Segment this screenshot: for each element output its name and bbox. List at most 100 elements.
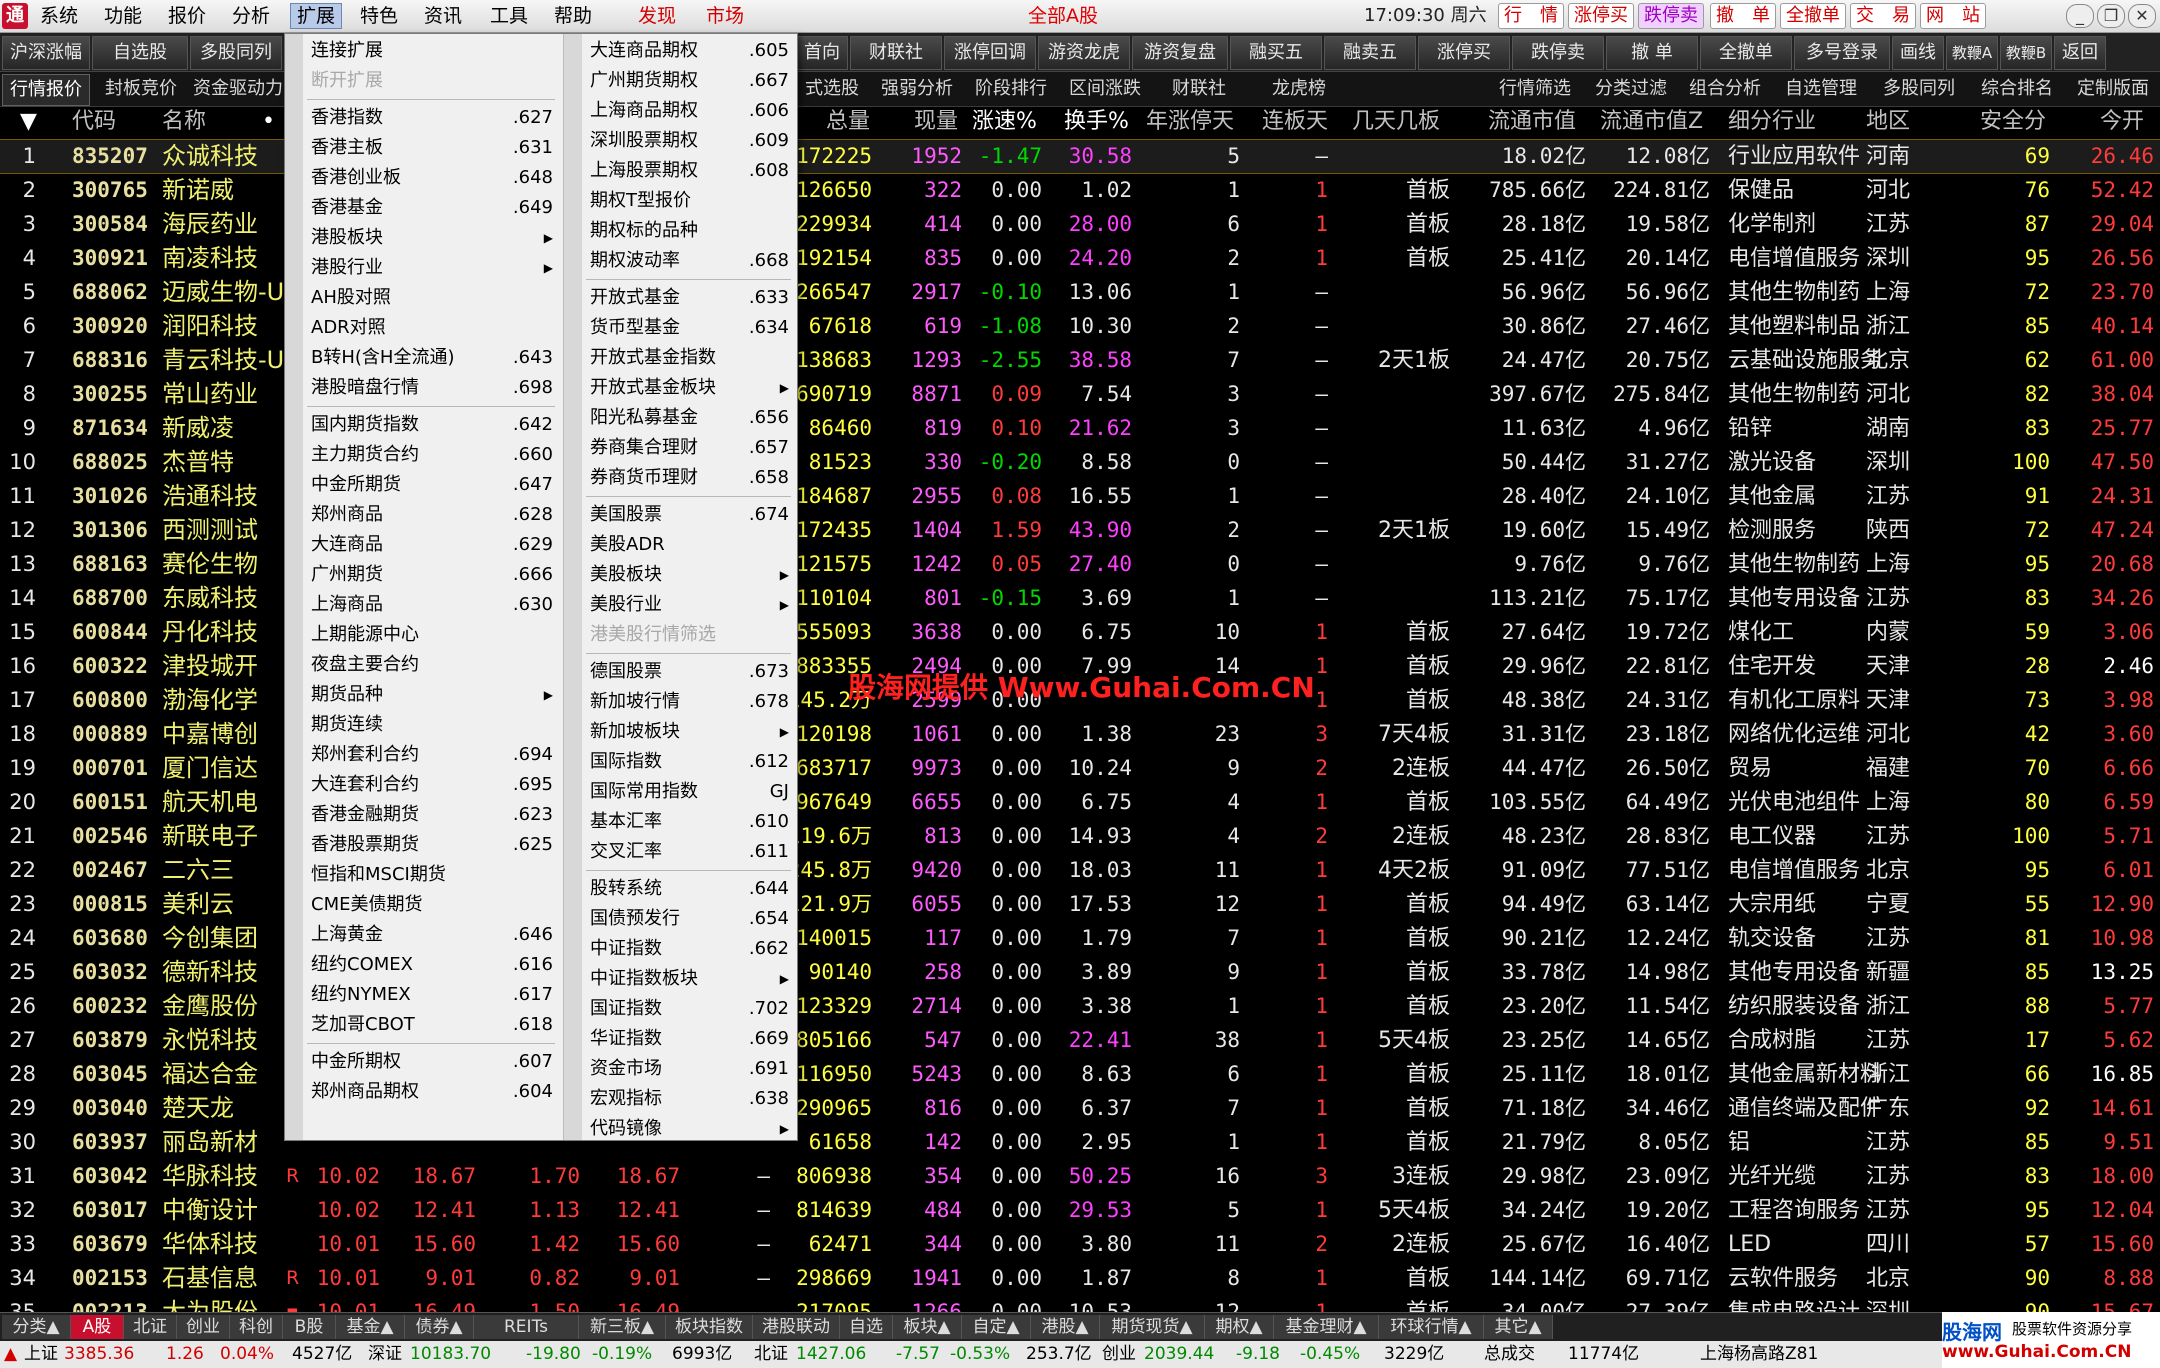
col-consecutive-days[interactable]: 连板天: [1262, 107, 1328, 137]
dropdown-item[interactable]: 期权标的品种: [582, 216, 797, 246]
dropdown-item[interactable]: 大连套利合约 .695: [303, 770, 561, 800]
minimize-icon[interactable]: _: [2066, 4, 2094, 28]
menu-discover[interactable]: 发现: [632, 4, 682, 28]
col-region[interactable]: 地区: [1866, 107, 1910, 137]
dropdown-item[interactable]: 纽约COMEX .616: [303, 950, 561, 980]
dropdown-item[interactable]: 国际常用指数 GJ: [582, 777, 797, 807]
dropdown-item[interactable]: 中证指数 .662: [582, 934, 797, 964]
dropdown-item[interactable]: ADR对照: [303, 313, 561, 343]
bottom-tab[interactable]: 自选: [840, 1315, 893, 1339]
bottom-tab[interactable]: 分类▲: [2, 1315, 71, 1339]
menu-quote[interactable]: 报价: [162, 4, 212, 28]
dropdown-item[interactable]: 香港主板 .631: [303, 133, 561, 163]
bottom-tab[interactable]: 北证: [124, 1315, 177, 1339]
tab-capital-drive[interactable]: 资金驱动力: [190, 74, 286, 104]
dropdown-item[interactable]: 期货品种 ▶: [303, 680, 561, 710]
table-row[interactable]: 33 603679 华体科技 10.01 15.60 1.42 15.60—62471 344…: [0, 1228, 2160, 1261]
menu-function[interactable]: 功能: [98, 4, 148, 28]
col-name[interactable]: 名称: [162, 107, 206, 137]
bottom-tab[interactable]: 板块指数: [666, 1315, 753, 1339]
bottom-tab[interactable]: 新三板▲: [579, 1315, 666, 1339]
dropdown-item[interactable]: 大连商品期权 .605: [582, 36, 797, 66]
menu-system[interactable]: 系统: [34, 4, 84, 28]
dropdown-item[interactable]: 新加坡行情 .678: [582, 687, 797, 717]
menu-tools[interactable]: 工具: [484, 4, 534, 28]
tab-seal-auction[interactable]: 封板竞价: [94, 74, 188, 104]
toolbar-multi-login[interactable]: 多号登录: [1794, 36, 1890, 70]
table-row[interactable]: 31 603042 华脉科技 R 10.02 18.67 1.70 18.67—806938 3…: [0, 1160, 2160, 1193]
toolbar-watchlist[interactable]: 自选股: [92, 36, 188, 70]
toolbar-cls[interactable]: 财联社: [850, 36, 942, 70]
sz-index-label[interactable]: 深证: [368, 1341, 402, 1368]
dropdown-item[interactable]: 阳光私募基金 .656: [582, 403, 797, 433]
dropdown-item[interactable]: 券商集合理财 .657: [582, 433, 797, 463]
tab-stock-picker[interactable]: 式选股: [796, 74, 868, 104]
bottom-tab[interactable]: 板块▲: [893, 1315, 962, 1339]
col-sub-industry[interactable]: 细分行业: [1728, 107, 1816, 137]
dropdown-item[interactable]: 中金所期货 .647: [303, 470, 561, 500]
dropdown-item[interactable]: 中证指数板块 ▶: [582, 964, 797, 994]
dropdown-item[interactable]: 股转系统 .644: [582, 874, 797, 904]
toolbar-hot-money-dragon[interactable]: 游资龙虎: [1038, 36, 1130, 70]
col-code[interactable]: 代码: [72, 107, 116, 137]
dropdown-item[interactable]: 美国股票 .674: [582, 500, 797, 530]
toolbar-hot-money-review[interactable]: 游资复盘: [1132, 36, 1228, 70]
dropdown-item[interactable]: AH股对照: [303, 283, 561, 313]
sh-index-label[interactable]: 上证: [24, 1341, 58, 1368]
menu-extension[interactable]: 扩展: [290, 3, 343, 29]
dropdown-item[interactable]: 国债预发行 .654: [582, 904, 797, 934]
bottom-tab[interactable]: 基金▲: [336, 1315, 405, 1339]
menu-help[interactable]: 帮助: [548, 4, 598, 28]
dropdown-item[interactable]: 国际指数 .612: [582, 747, 797, 777]
dropdown-item[interactable]: 券商货币理财 .658: [582, 463, 797, 493]
dropdown-item[interactable]: 连接扩展: [303, 36, 561, 66]
tab-portfolio-analysis[interactable]: 组合分析: [1680, 74, 1770, 104]
col-open[interactable]: 今开: [2100, 107, 2144, 137]
toolbar-pointer-b[interactable]: 教鞭B: [2000, 36, 2052, 70]
bottom-tab[interactable]: 期权▲: [1205, 1315, 1274, 1339]
tab-custom-layout[interactable]: 定制版面: [2068, 74, 2158, 104]
close-icon[interactable]: ✕: [2128, 4, 2156, 28]
dropdown-item[interactable]: 上海股票期权 .608: [582, 156, 797, 186]
dropdown-item[interactable]: 美股板块 ▶: [582, 560, 797, 590]
quick-cancel-button[interactable]: 撤 单: [1710, 3, 1776, 29]
menu-features[interactable]: 特色: [354, 4, 404, 28]
col-current-volume[interactable]: 现量: [914, 107, 958, 137]
bz-index-label[interactable]: 北证: [754, 1341, 788, 1368]
dropdown-item[interactable]: 资金市场 .691: [582, 1054, 797, 1084]
dropdown-item[interactable]: 上海商品 .630: [303, 590, 561, 620]
dropdown-item[interactable]: 交叉汇率 .611: [582, 837, 797, 867]
col-year-limit-days[interactable]: 年涨停天: [1146, 107, 1234, 137]
bottom-tab[interactable]: 环球行情▲: [1379, 1315, 1484, 1339]
server-name[interactable]: 上海杨高路Z81: [1700, 1341, 1818, 1368]
quick-trade-button[interactable]: 交 易: [1850, 3, 1916, 29]
toolbar-sh-sz-gainers[interactable]: 沪深涨幅: [2, 36, 90, 70]
dropdown-item[interactable]: 香港创业板 .648: [303, 163, 561, 193]
quick-cancel-all-button[interactable]: 全撤单: [1780, 3, 1846, 29]
tab-watchlist-manage[interactable]: 自选管理: [1774, 74, 1868, 104]
dropdown-item[interactable]: 主力期货合约 .660: [303, 440, 561, 470]
dropdown-item[interactable]: 代码镜像 ▶: [582, 1114, 797, 1144]
toolbar-limit-pullback[interactable]: 涨停回调: [944, 36, 1036, 70]
toolbar-pointer-a[interactable]: 教鞭A: [1946, 36, 1998, 70]
bottom-tab[interactable]: B股: [283, 1315, 336, 1339]
quick-quote-button[interactable]: 行 情: [1498, 3, 1564, 29]
dropdown-item[interactable]: 夜盘主要合约: [303, 650, 561, 680]
bottom-tab[interactable]: 期货现货▲: [1100, 1315, 1205, 1339]
quick-website-button[interactable]: 网 站: [1920, 3, 1986, 29]
tab-cls[interactable]: 财联社: [1154, 74, 1244, 104]
dropdown-item[interactable]: 期权T型报价: [582, 186, 797, 216]
menu-news[interactable]: 资讯: [418, 4, 468, 28]
bottom-tab[interactable]: 港股▲: [1031, 1315, 1100, 1339]
bottom-tab[interactable]: 其它▲: [1484, 1315, 1553, 1339]
dropdown-item[interactable]: 港股暗盘行情 .698: [303, 373, 561, 403]
col-turnover[interactable]: 换手%: [1064, 107, 1129, 137]
toolbar-direction[interactable]: 首向: [796, 36, 848, 70]
bottom-tab[interactable]: 科创: [230, 1315, 283, 1339]
tab-range-change[interactable]: 区间涨跌: [1060, 74, 1150, 104]
dropdown-item[interactable]: 开放式基金板块 ▶: [582, 373, 797, 403]
dropdown-item[interactable]: 香港指数 .627: [303, 103, 561, 133]
col-speed[interactable]: 涨速%: [972, 107, 1037, 137]
dropdown-item[interactable]: 芝加哥CBOT .618: [303, 1010, 561, 1040]
bottom-tab[interactable]: A股: [71, 1315, 124, 1339]
